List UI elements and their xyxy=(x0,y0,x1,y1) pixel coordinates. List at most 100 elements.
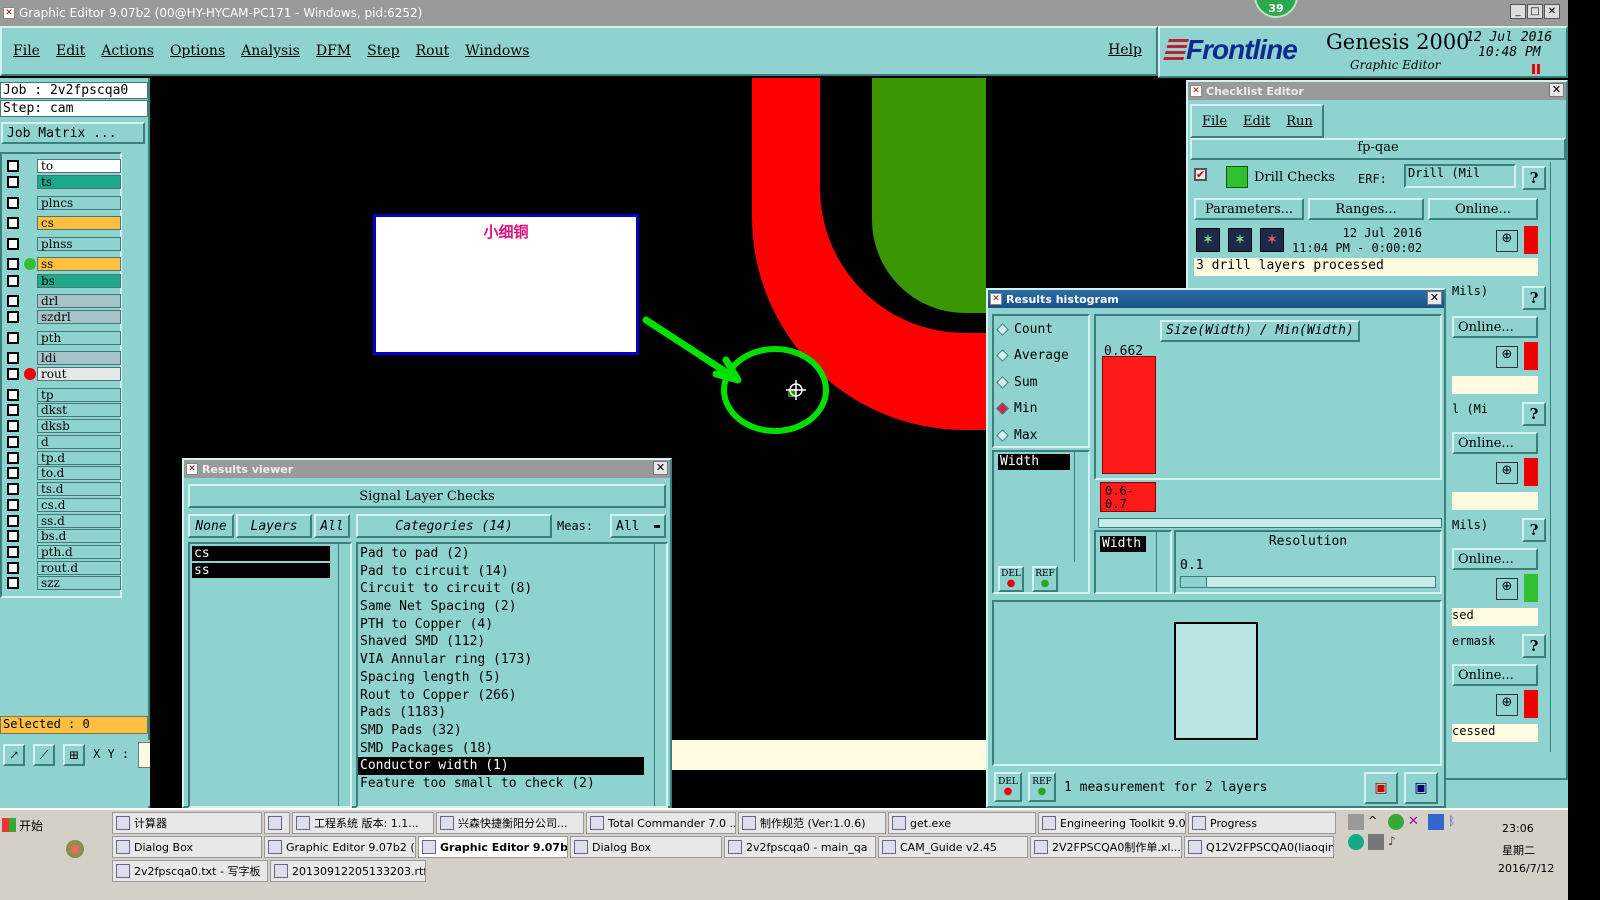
result-layer-item[interactable]: ss xyxy=(192,563,330,578)
layer-name[interactable]: to xyxy=(37,158,121,173)
results-viewer-close-icon[interactable]: ✕ xyxy=(653,461,668,475)
zoom-icon-2[interactable]: ⊕ xyxy=(1496,346,1518,368)
layer-checkbox[interactable] xyxy=(7,514,19,527)
export-icon[interactable]: ▣ xyxy=(1364,772,1398,804)
quicklaunch-icon[interactable] xyxy=(66,840,84,858)
bar-category-label[interactable]: 0.6- 0.7 xyxy=(1100,482,1156,512)
measure-tool-icon[interactable]: ⟋ xyxy=(33,744,55,766)
layer-row-rout.d[interactable]: rout.d xyxy=(4,560,122,575)
close-button[interactable]: ✕ xyxy=(1544,4,1560,19)
radio-diamond-icon[interactable] xyxy=(996,349,1009,363)
category-item[interactable]: Circuit to circuit (8) xyxy=(358,580,644,598)
layer-checkbox[interactable] xyxy=(7,498,19,511)
aggregate-option-max[interactable]: Max xyxy=(994,422,1088,449)
layer-row-szz[interactable]: szz xyxy=(4,575,122,590)
signal-layer-checks-header[interactable]: Signal Layer Checks xyxy=(188,484,666,508)
menu-file[interactable]: File xyxy=(5,43,48,59)
layer-row-to[interactable]: to xyxy=(4,158,122,173)
layer-row-plncs[interactable]: plncs xyxy=(4,195,122,210)
layer-name[interactable]: plncs xyxy=(37,195,121,210)
layer-name[interactable]: bs.d xyxy=(37,528,121,543)
taskbar-button[interactable]: 2V2FPSCQA0制作单.xl... xyxy=(1030,836,1182,858)
tray-arrow-icon[interactable]: ^ xyxy=(1368,814,1384,830)
taskbar-button[interactable]: Progress xyxy=(1188,812,1336,834)
layer-list-scrollbar[interactable] xyxy=(338,544,350,806)
taskbar-button[interactable]: CAM_Guide v2.45 xyxy=(878,836,1028,858)
tray-green-icon[interactable] xyxy=(1388,814,1404,830)
help-button-2[interactable]: ? xyxy=(1522,286,1546,310)
minimize-button[interactable]: _ xyxy=(1510,4,1526,19)
layer-row-ts.d[interactable]: ts.d xyxy=(4,481,122,496)
layer-name[interactable]: drl xyxy=(37,293,121,308)
taskbar-button[interactable]: Dialog Box xyxy=(112,836,262,858)
layer-checkbox[interactable] xyxy=(7,419,19,432)
action-enable-checkbox[interactable]: ✔ xyxy=(1194,168,1207,181)
parameters-button[interactable]: Parameters... xyxy=(1194,198,1304,220)
help-button-3[interactable]: ? xyxy=(1522,402,1546,426)
category-item[interactable]: Shaved SMD (112) xyxy=(358,633,644,651)
bottom-ref-button[interactable]: REF ● xyxy=(1028,772,1056,802)
radio-diamond-icon[interactable] xyxy=(996,375,1009,389)
layer-checkbox[interactable] xyxy=(7,466,19,479)
res-list-scrollbar[interactable] xyxy=(1156,532,1170,592)
taskbar-button[interactable]: Q12V2FPSCQA0(liaoqin... xyxy=(1184,836,1334,858)
layer-name[interactable]: to.d xyxy=(37,465,121,480)
zoom-icon-4[interactable]: ⊕ xyxy=(1496,578,1518,600)
erf-field[interactable]: Drill (Mil xyxy=(1404,164,1516,188)
histogram-close-icon[interactable]: ✕ xyxy=(1427,291,1442,305)
taskbar-button[interactable]: Engineering Toolkit 9.0... xyxy=(1038,812,1186,834)
layer-row-bs[interactable]: bs xyxy=(4,273,122,288)
menu-edit[interactable]: Edit xyxy=(48,43,93,59)
menu-rout[interactable]: Rout xyxy=(408,43,458,59)
checklist-menu-file[interactable]: File xyxy=(1202,114,1227,129)
layer-row-ss.d[interactable]: ss.d xyxy=(4,513,122,528)
layer-name[interactable]: ts.d xyxy=(37,481,121,496)
tray-network-icon[interactable] xyxy=(1368,834,1384,850)
layer-checkbox[interactable] xyxy=(7,159,19,172)
taskbar-button[interactable]: 计算器 xyxy=(112,812,262,834)
help-button-4[interactable]: ? xyxy=(1522,518,1546,542)
layers-all-button[interactable]: All xyxy=(314,514,350,538)
ranges-button[interactable]: Ranges... xyxy=(1308,198,1424,220)
tray-speaker-icon[interactable]: ♪ xyxy=(1388,834,1404,850)
select-tool-icon[interactable]: ↗ xyxy=(3,744,25,766)
checklist-scrollbar[interactable] xyxy=(1550,162,1564,752)
online-button-5[interactable]: Online... xyxy=(1452,664,1538,686)
taskbar-button[interactable]: 2v2fpscqa0 - main_qa xyxy=(724,836,876,858)
meas-select[interactable]: All ▬ xyxy=(610,514,666,538)
category-item[interactable]: Rout to Copper (266) xyxy=(358,687,644,705)
layer-checkbox[interactable] xyxy=(7,451,19,464)
taskbar-button[interactable]: 2v2fpscqa0.txt - 写字板 xyxy=(112,860,268,882)
aggregate-option-min[interactable]: Min xyxy=(994,396,1088,423)
layer-name[interactable]: pth xyxy=(37,330,121,345)
layer-name[interactable]: rout.d xyxy=(37,560,121,575)
menu-windows[interactable]: Windows xyxy=(457,43,537,59)
category-item[interactable]: Conductor width (1) xyxy=(358,757,644,775)
layer-checkbox[interactable] xyxy=(7,561,19,574)
layer-row-ldi[interactable]: ldi xyxy=(4,350,122,365)
layer-row-cs.d[interactable]: cs.d xyxy=(4,497,122,512)
maximize-button[interactable]: □ xyxy=(1527,4,1543,19)
layer-name[interactable]: plnss xyxy=(37,236,121,251)
layer-row-pth[interactable]: pth xyxy=(4,330,122,345)
histogram-bar[interactable] xyxy=(1102,356,1156,474)
layer-checkbox[interactable] xyxy=(7,367,19,380)
del-button[interactable]: DEL ● xyxy=(998,566,1024,592)
layer-row-drl[interactable]: drl xyxy=(4,293,122,308)
category-item[interactable]: Feature too small to check (2) xyxy=(358,775,644,793)
zoom-icon-3[interactable]: ⊕ xyxy=(1496,462,1518,484)
layer-checkbox[interactable] xyxy=(7,576,19,589)
layer-row-d[interactable]: d xyxy=(4,434,122,449)
tray-shield-icon[interactable] xyxy=(1428,814,1444,830)
job-matrix-button[interactable]: Job Matrix ... xyxy=(1,122,145,144)
run-icon-2[interactable]: ✶ xyxy=(1228,228,1252,252)
layer-row-plnss[interactable]: plnss xyxy=(4,236,122,251)
layer-name[interactable]: szdrl xyxy=(37,309,121,324)
taskbar-button[interactable]: 工程系统 版本: 1.1... xyxy=(292,812,434,834)
layer-row-ts[interactable]: ts xyxy=(4,174,122,189)
aggregate-option-average[interactable]: Average xyxy=(994,343,1088,370)
online-button-3[interactable]: Online... xyxy=(1452,432,1538,454)
radio-diamond-icon[interactable] xyxy=(996,402,1009,416)
layer-row-tp[interactable]: tp xyxy=(4,387,122,402)
category-item[interactable]: SMD Packages (18) xyxy=(358,740,644,758)
